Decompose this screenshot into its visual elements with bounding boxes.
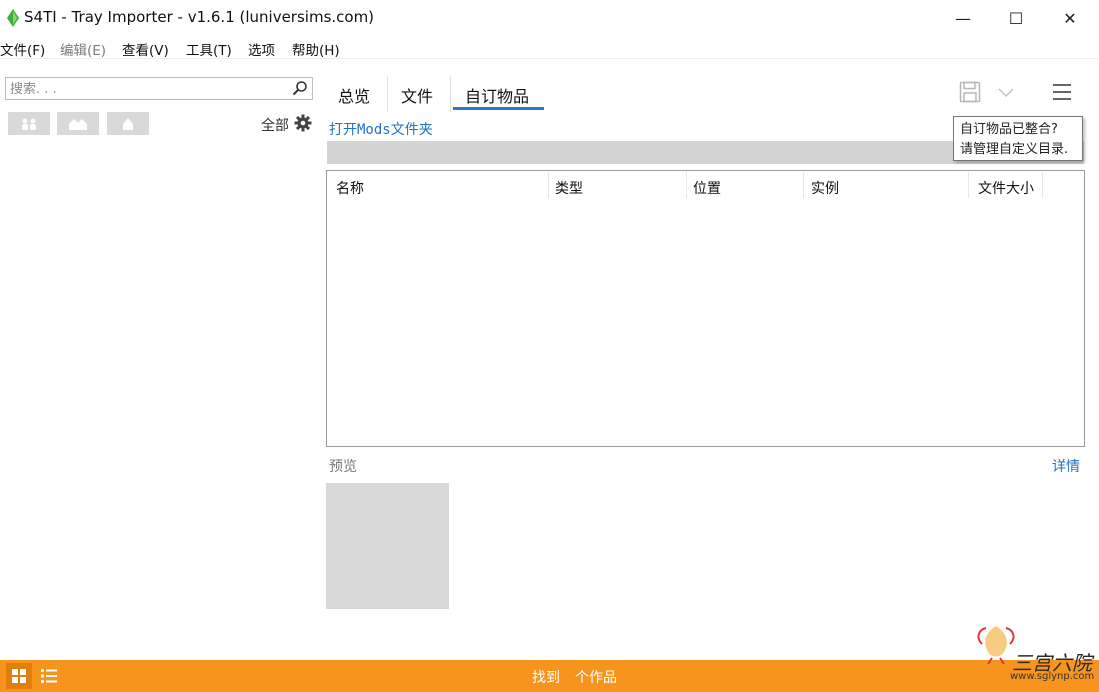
watermark-url: www.sglynp.com [1010,671,1095,682]
app-icon [7,9,19,27]
filter-lots-button[interactable] [57,112,99,135]
column-divider [803,172,804,198]
tab-divider [387,76,388,112]
column-header-file-size[interactable]: 文件大小 [978,178,1034,198]
filter-all-label[interactable]: 全部 [261,115,289,135]
tooltip: 自订物品已整合? 请管理自定义目录. [953,116,1083,161]
tooltip-line: 自订物品已整合? [960,122,1058,137]
tab-divider [450,76,451,112]
menu-help[interactable]: 帮助(H) [292,39,340,59]
column-header-instances[interactable]: 实例 [811,178,839,198]
tab-files[interactable]: 文件 [401,83,433,107]
maximize-icon: ☐ [1008,8,1024,28]
menu-file[interactable]: 文件(F) [0,39,45,59]
details-link[interactable]: 详情 [1052,456,1080,476]
column-header-type[interactable]: 类型 [555,178,583,198]
close-icon: ✕ [1063,8,1077,28]
search-box [5,77,313,100]
chevron-down-icon[interactable] [997,87,1015,99]
custom-content-list[interactable] [326,170,1085,447]
tooltip-line: 请管理自定义目录. [960,142,1069,157]
minimize-icon: — [955,8,971,28]
hamburger-menu-icon[interactable] [1052,82,1072,102]
menu-view[interactable]: 查看(V) [122,39,169,59]
grid-view-button[interactable] [6,663,32,689]
maximize-button[interactable]: ☐ [993,0,1039,36]
column-divider [548,172,549,198]
lots-icon [69,118,87,130]
search-icon[interactable] [292,80,308,96]
save-icon[interactable] [959,81,981,103]
menu-options[interactable]: 选项 [248,39,275,59]
room-icon [123,117,133,130]
column-divider [686,172,687,198]
menu-tools[interactable]: 工具(T) [186,39,232,59]
tab-overview[interactable]: 总览 [338,83,370,107]
list-icon [41,669,57,683]
search-input[interactable] [6,79,284,100]
open-mods-folder-link[interactable]: 打开Mods文件夹 [329,119,433,139]
column-header-name[interactable]: 名称 [336,178,364,198]
filter-households-button[interactable] [8,112,50,135]
found-label: 找到 [532,670,560,686]
preview-label: 预览 [329,459,357,475]
active-tab-indicator [453,107,544,110]
households-icon [22,118,36,130]
filter-rooms-button[interactable] [107,112,149,135]
column-header-location[interactable]: 位置 [693,178,721,198]
grid-icon [12,669,26,683]
items-count-label: 个作品 [575,670,617,686]
window-title: S4TI - Tray Importer - v1.6.1 (luniversi… [24,8,375,26]
column-divider [1042,172,1043,198]
minimize-button[interactable]: — [940,0,986,36]
menu-edit[interactable]: 编辑(E) [60,39,106,59]
close-button[interactable]: ✕ [1047,0,1093,36]
gear-icon[interactable] [294,114,312,132]
list-view-button[interactable] [36,663,62,689]
preview-image [326,483,449,609]
column-divider [968,172,969,198]
tab-custom-content[interactable]: 自订物品 [465,83,529,107]
